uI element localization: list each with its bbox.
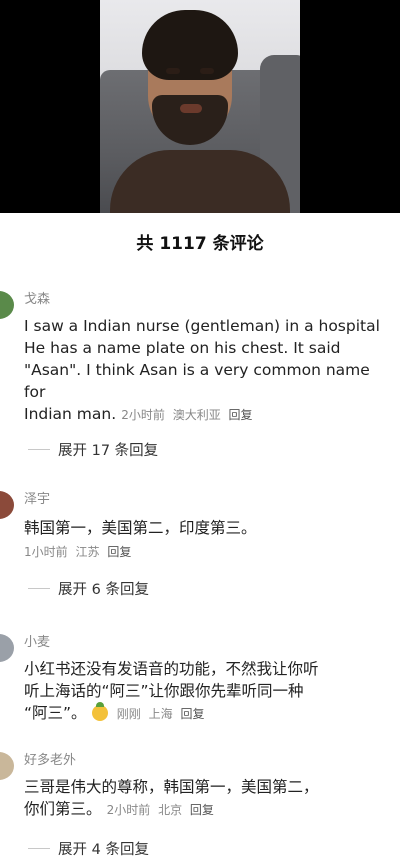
user-avatar[interactable] [0, 491, 14, 519]
expand-replies-label: 展开 6 条回复 [58, 581, 149, 598]
comment-meta: 2小时前 澳大利亚 回复 [121, 408, 256, 422]
comment-text-line: Indian man. [24, 405, 117, 423]
reply-button[interactable]: 回复 [229, 408, 253, 422]
comment-location: 上海 [148, 707, 173, 721]
divider [28, 847, 50, 849]
comment-username[interactable]: 好多老外 [24, 752, 390, 770]
comment-text-line: I saw a Indian nurse (gentleman) in a ho… [24, 317, 380, 335]
divider [28, 587, 50, 589]
expand-replies-button[interactable]: 展开 6 条回复 [28, 578, 390, 598]
comment-location: 北京 [158, 803, 183, 817]
expand-replies-label: 展开 17 条回复 [58, 442, 159, 459]
person-body [110, 150, 290, 213]
expand-replies-button[interactable]: 展开 4 条回复 [28, 838, 390, 858]
reply-button[interactable]: 回复 [190, 803, 214, 817]
comment-item: 泽宇 韩国第一，美国第二，印度第三。 1小时前 江苏 回复 展开 6 条回复 [0, 491, 400, 598]
comment-item: 小麦 小红书还没有发语音的功能，不然我让你听 听上海话的“阿三”让你跟你先辈听同… [0, 634, 400, 724]
comment-time: 2小时前 [121, 408, 165, 422]
comment-text-line: He has a name plate on his chest. It sai… [24, 339, 341, 357]
comment-location: 江苏 [75, 545, 100, 559]
comment-text-line: “阿三”。 [24, 704, 87, 722]
comment-text-line: "Asan". I think Asan is a very common na… [24, 361, 370, 401]
comment-text: 韩国第一，美国第二，印度第三。 [24, 519, 257, 537]
divider [28, 448, 50, 450]
comment-time: 2小时前 [106, 803, 151, 817]
comment-username[interactable]: 小麦 [24, 634, 390, 652]
comment-item: 好多老外 三哥是伟大的尊称，韩国第一，美国第二， 你们第三。 2小时前 北京 回… [0, 752, 400, 858]
expand-replies-button[interactable]: 展开 17 条回复 [28, 439, 390, 459]
sticker-emoji-icon [91, 702, 108, 721]
person-mouth [180, 104, 202, 113]
comment-username[interactable]: 戈森 [24, 291, 390, 309]
comment-username[interactable]: 泽宇 [24, 491, 390, 509]
reply-button[interactable]: 回复 [107, 545, 131, 559]
comment-text-line: 你们第三。 [24, 800, 102, 818]
comment-count-title: 共 1117 条评论 [136, 234, 264, 254]
comment-meta: 2小时前 北京 回复 [107, 803, 218, 817]
person-hair [142, 10, 238, 80]
comment-time: 1小时前 [24, 545, 68, 559]
video-player[interactable] [0, 0, 400, 213]
comment-item: 戈森 I saw a Indian nurse (gentleman) in a… [0, 291, 400, 459]
comment-meta: 1小时前 江苏 回复 [24, 543, 390, 560]
expand-replies-label: 展开 4 条回复 [58, 841, 149, 858]
comment-text-line: 听上海话的“阿三”让你跟你先辈听同一种 [24, 682, 304, 700]
comment-text-line: 三哥是伟大的尊称，韩国第一，美国第二， [24, 778, 319, 796]
user-avatar[interactable] [0, 291, 14, 319]
user-avatar[interactable] [0, 634, 14, 662]
person-eye [166, 68, 180, 74]
comment-meta: 刚刚 上海 回复 [117, 707, 209, 721]
comment-time: 刚刚 [116, 707, 141, 721]
comment-location: 澳大利亚 [172, 408, 221, 422]
user-avatar[interactable] [0, 752, 14, 780]
reply-button[interactable]: 回复 [180, 707, 204, 721]
comment-text-line: 小红书还没有发语音的功能，不然我让你听 [24, 660, 319, 678]
video-frame [100, 0, 300, 213]
person-eye [200, 68, 214, 74]
